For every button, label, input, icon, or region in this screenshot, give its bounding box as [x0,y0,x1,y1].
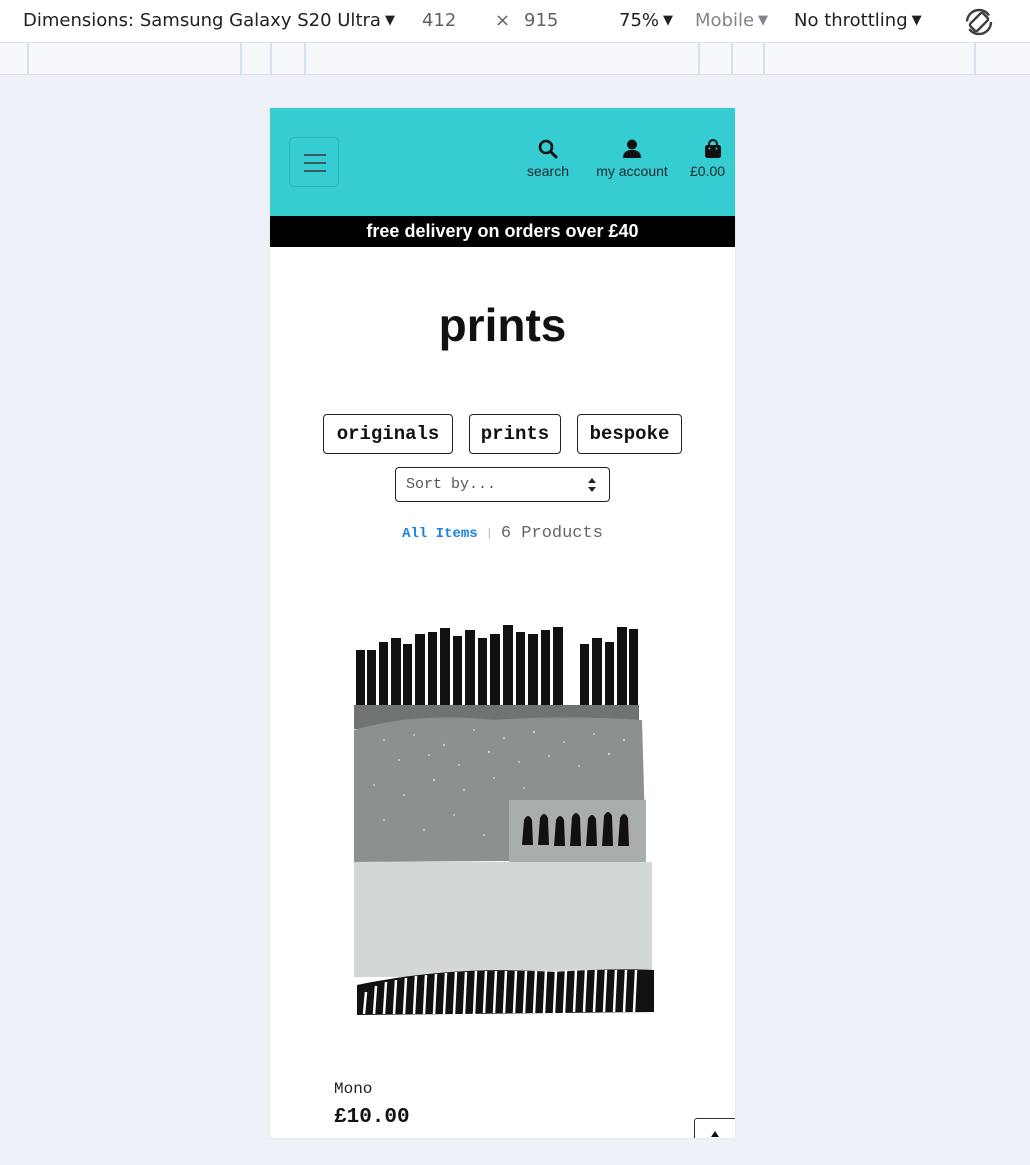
device-type-dropdown[interactable]: Mobile ▼ [695,10,768,31]
chevron-down-icon: ▼ [911,13,922,28]
user-icon [623,139,641,158]
chevron-down-icon: ▼ [384,13,395,28]
category-originals-button[interactable]: originals [323,414,453,454]
category-prints-button[interactable]: prints [469,414,561,454]
arrow-up-icon [711,1131,719,1137]
separator: | [485,527,493,541]
nav-account-label: my account [596,163,668,179]
rotate-icon[interactable] [962,5,996,39]
category-bespoke-button[interactable]: bespoke [577,414,682,454]
delivery-banner: free delivery on orders over £40 [270,216,735,247]
ruler-marker[interactable] [27,43,29,74]
bag-total: £0.00 [690,163,726,179]
throttling-dropdown[interactable]: No throttling ▼ [794,10,922,31]
site-header: search my account £0.00 [270,108,735,216]
nav-bag-link[interactable]: £0.00 [690,139,735,179]
ruler-marker[interactable] [698,43,700,74]
sort-selected-value: Sort by... [406,476,497,493]
product-name[interactable]: Mono [334,1080,372,1098]
throttling-label: No throttling [794,10,908,31]
media-query-ruler [0,43,1030,75]
zoom-dropdown[interactable]: 75% ▼ [619,10,673,31]
width-input[interactable]: 412 [422,10,456,31]
product-image[interactable] [354,620,659,1020]
ruler-marker[interactable] [763,43,765,74]
height-input[interactable]: 915 [524,10,558,31]
page-title: prints [438,299,567,351]
hamburger-line [304,170,326,172]
shopping-bag-icon [705,139,721,158]
ruler-marker[interactable] [731,43,733,74]
product-count: 6 Products [500,524,603,543]
hamburger-line [304,154,326,156]
sort-select[interactable]: Sort by... [395,467,610,502]
chevron-down-icon: ▼ [758,13,769,28]
ruler-marker[interactable] [270,43,272,74]
device-type-label: Mobile [695,10,755,31]
times-sign: × [495,10,511,31]
zoom-label: 75% [619,10,660,31]
dimensions-dropdown[interactable]: Dimensions: Samsung Galaxy S20 Ultra ▼ [23,10,395,31]
dimensions-label: Dimensions: Samsung Galaxy S20 Ultra [23,10,381,31]
ruler-marker[interactable] [240,43,242,74]
search-icon [538,139,558,159]
product-count-line: All Items | 6 Products [270,524,735,543]
hamburger-line [304,162,326,164]
nav-search-link[interactable]: search [521,139,575,179]
device-viewport: search my account £0.00 free delivery on… [270,108,735,1138]
pale-band [354,862,652,977]
skyline-bars [356,625,638,705]
ruler-marker[interactable] [974,43,976,74]
chevron-down-icon: ▼ [663,13,674,28]
nav-account-link[interactable]: my account [590,139,674,179]
devtools-device-toolbar: Dimensions: Samsung Galaxy S20 Ultra ▼ 41… [0,0,1030,43]
back-to-top-button[interactable] [694,1118,735,1138]
nav-search-label: search [526,163,570,179]
sort-arrows-icon [588,478,596,492]
ruler-marker[interactable] [304,43,306,74]
all-items-link[interactable]: All Items [402,526,478,542]
menu-toggle-button[interactable] [289,137,339,187]
product-price: £10.00 [334,1106,410,1129]
